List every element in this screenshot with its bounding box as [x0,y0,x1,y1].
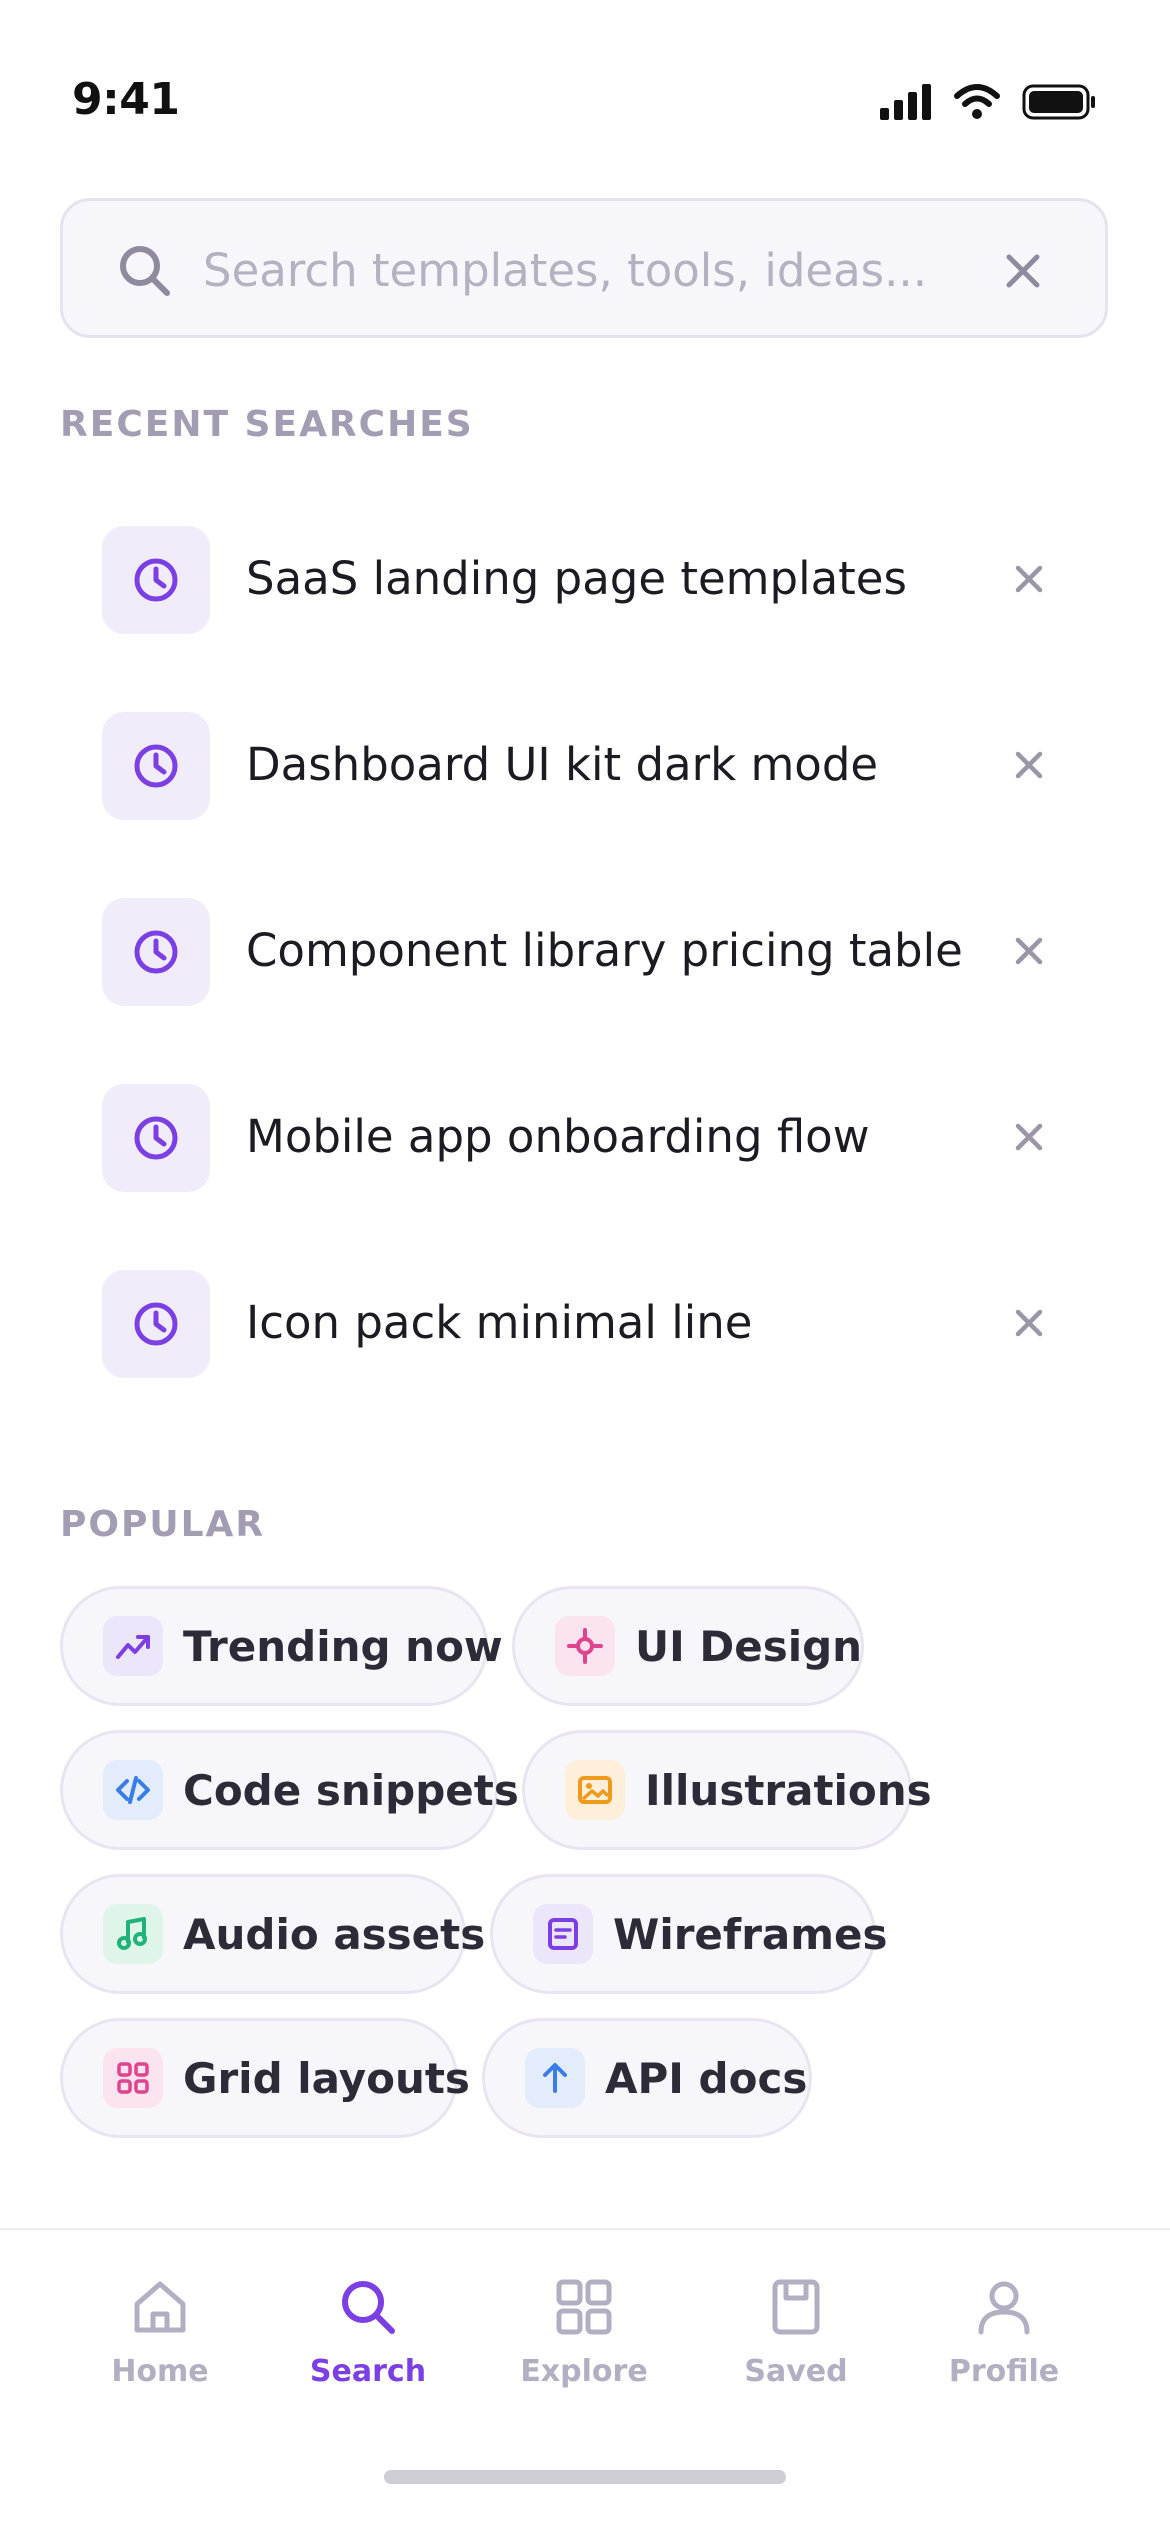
recent-search-item[interactable]: Icon pack minimal line [102,1270,1062,1378]
search-icon [120,246,170,296]
remove-recent-button[interactable] [1006,1300,1052,1346]
recent-searches-heading: RECENT SEARCHES [60,404,474,445]
recent-search-label: SaaS landing page templates [246,552,907,605]
image-icon [565,1760,625,1820]
nav-home[interactable]: Home [70,2274,250,2404]
bookmark-icon [772,2279,820,2335]
remove-recent-button[interactable] [1006,556,1052,602]
nav-label: Profile [948,2354,1060,2389]
signal-icon [880,84,931,120]
chip-label: Grid layouts [183,2053,470,2103]
nav-label: Saved [744,2354,848,2389]
home-icon [134,2281,186,2333]
battery-icon [1022,84,1095,120]
recent-search-label: Component library pricing table [246,924,963,977]
chip-label: Code snippets [183,1765,519,1815]
arrow-up-icon [525,2048,585,2108]
trending-up-icon [103,1616,163,1676]
chip-label: Trending now [183,1621,503,1671]
recent-search-label: Icon pack minimal line [246,1296,753,1349]
status-time: 9:41 [72,74,180,125]
history-icon-box [102,898,210,1006]
chip-label: Audio assets [183,1909,486,1959]
search-input[interactable] [203,231,1003,309]
clock-icon [134,1302,178,1346]
user-icon [978,2281,1030,2335]
remove-recent-button[interactable] [1006,928,1052,974]
chip-label: Illustrations [645,1765,932,1815]
nav-label: Search [309,2354,427,2389]
nav-label: Home [111,2354,209,2389]
clock-icon [134,930,178,974]
popular-heading: POPULAR [60,1504,266,1545]
status-icons [880,80,1096,124]
recent-search-item[interactable]: Dashboard UI kit dark mode [102,712,1062,820]
chip-wireframes[interactable]: Wireframes [490,1874,888,1994]
search-icon [342,2281,395,2334]
clock-icon [134,1116,178,1160]
chip-grid-layouts[interactable]: Grid layouts [60,2018,470,2138]
nav-label: Explore [520,2354,648,2389]
nav-profile[interactable]: Profile [914,2274,1094,2404]
nav-saved[interactable]: Saved [706,2274,886,2404]
remove-recent-button[interactable] [1006,1114,1052,1160]
chip-ui-design[interactable]: UI Design [512,1586,864,1706]
search-screen: 9:41 Search templates, tools, ideas... R… [0,0,1170,2532]
chip-label: API docs [605,2053,808,2103]
bottom-navigation: Home Search Explore Saved Profile [0,2228,1170,2532]
home-indicator[interactable] [384,2470,786,2484]
clock-icon [134,744,178,788]
wifi-icon [954,84,1000,119]
clear-search-button[interactable] [997,245,1049,297]
history-icon-box [102,1270,210,1378]
recent-search-item[interactable]: Mobile app onboarding flow [102,1084,1062,1192]
chip-api-docs[interactable]: API docs [482,2018,812,2138]
remove-recent-button[interactable] [1006,742,1052,788]
code-icon [103,1760,163,1820]
crosshair-icon [555,1616,615,1676]
clock-icon [134,558,178,602]
music-icon [103,1904,163,1964]
history-icon-box [102,1084,210,1192]
search-bar[interactable] [60,198,1108,338]
nav-explore[interactable]: Explore [494,2274,674,2404]
recent-search-label: Mobile app onboarding flow [246,1110,870,1163]
recent-search-item[interactable]: Component library pricing table [102,898,1062,1006]
grid-icon [556,2279,612,2335]
grid-icon [103,2048,163,2108]
chip-trending-now[interactable]: Trending now [60,1586,503,1706]
history-icon-box [102,526,210,634]
recent-search-item[interactable]: SaaS landing page templates [102,526,1062,634]
chip-illustrations[interactable]: Illustrations [522,1730,932,1850]
chip-audio-assets[interactable]: Audio assets [60,1874,485,1994]
status-bar: 9:41 [0,0,1170,150]
history-icon-box [102,712,210,820]
document-icon [533,1904,593,1964]
recent-search-label: Dashboard UI kit dark mode [246,738,879,791]
chip-label: UI Design [635,1621,863,1671]
nav-search[interactable]: Search [278,2274,458,2404]
chip-code-snippets[interactable]: Code snippets [60,1730,519,1850]
chip-label: Wireframes [613,1909,888,1959]
